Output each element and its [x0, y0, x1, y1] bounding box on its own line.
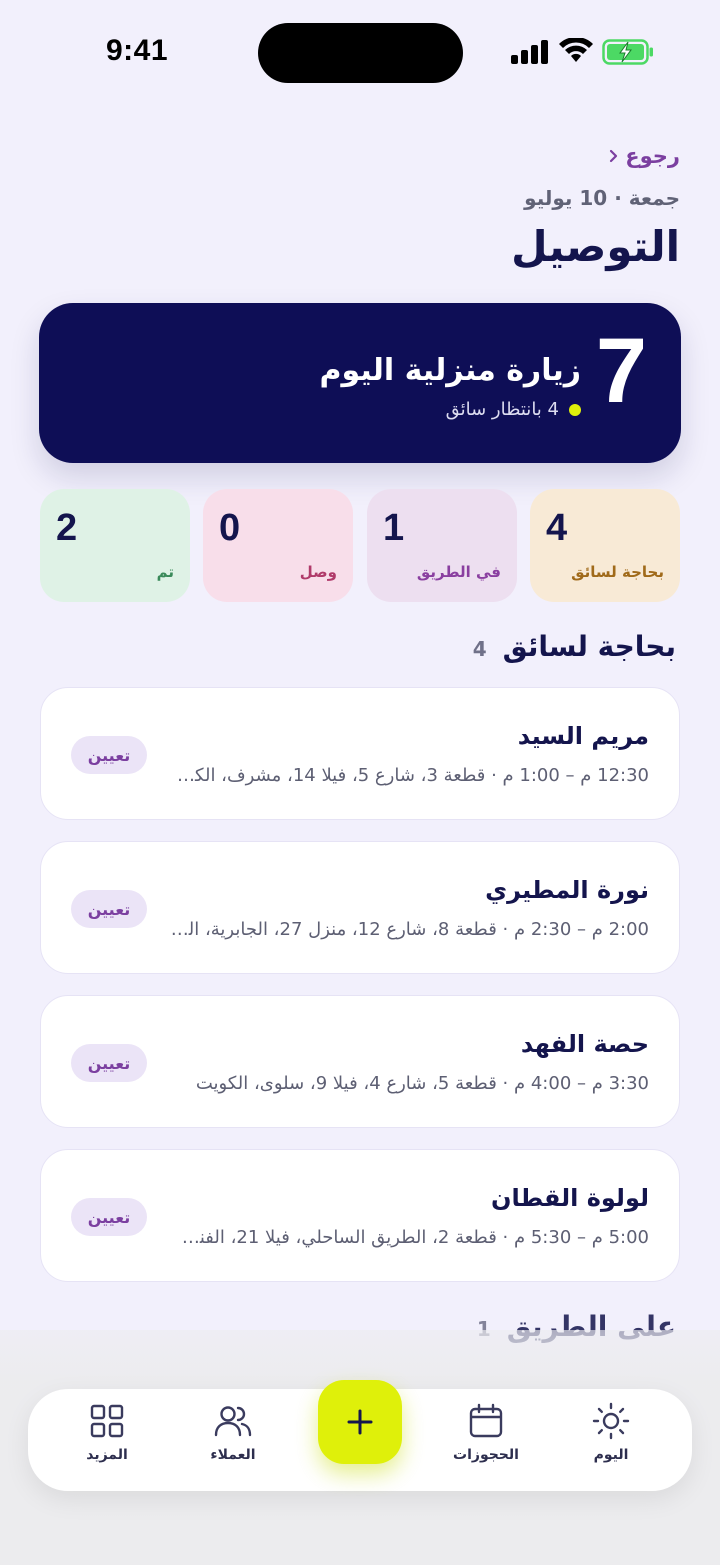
tab-label: الحجوزات	[453, 1447, 519, 1463]
stat-tile-on-the-way[interactable]: 1 في الطريق	[367, 489, 517, 602]
tab-label: اليوم	[593, 1447, 629, 1463]
grid-icon	[90, 1404, 124, 1438]
status-time: 9:41	[106, 34, 169, 67]
stat-label: بحاجة لسائق	[571, 563, 664, 581]
dynamic-island	[258, 23, 463, 83]
plus-icon	[347, 1409, 373, 1435]
add-button[interactable]	[318, 1380, 402, 1464]
wifi-icon	[559, 38, 593, 62]
assign-button[interactable]: تعيين	[71, 1044, 147, 1082]
customer-name: نورة المطيري	[485, 876, 649, 904]
stat-value: 2	[56, 507, 78, 549]
stat-label: في الطريق	[416, 563, 501, 581]
hero-count: 7	[595, 320, 647, 422]
sun-icon	[592, 1402, 630, 1440]
visit-card[interactable]: نورة المطيري 2:00 م – 2:30 م · قطعة 8، ش…	[40, 841, 680, 974]
home-visits-summary-card[interactable]: 7 زيارة منزلية اليوم 4 بانتظار سائق	[39, 303, 681, 463]
visit-details: 5:00 م – 5:30 م · قطعة 2، الطريق الساحلي…	[169, 1227, 649, 1248]
customer-name: لولوة القطان	[490, 1184, 649, 1212]
status-bar: 9:41	[0, 0, 720, 110]
visit-details: 3:30 م – 4:00 م · قطعة 5، شارع 4، فيلا 9…	[195, 1073, 649, 1094]
visit-card[interactable]: لولوة القطان 5:00 م – 5:30 م · قطعة 2، ا…	[40, 1149, 680, 1282]
stat-tile-done[interactable]: 2 تم	[40, 489, 190, 602]
visit-details: 12:30 م – 1:00 م · قطعة 3، شارع 5، فيلا …	[169, 765, 649, 786]
status-dot-icon	[569, 403, 581, 416]
stat-value: 0	[219, 507, 241, 549]
visit-card[interactable]: مريم السيد 12:30 م – 1:00 م · قطعة 3، شا…	[40, 687, 680, 820]
tab-today[interactable]: اليوم	[556, 1401, 666, 1481]
users-icon	[214, 1406, 252, 1437]
stat-value: 4	[546, 507, 568, 549]
visit-details: 2:00 م – 2:30 م · قطعة 8، شارع 12، منزل …	[169, 919, 649, 940]
hero-subtitle: 4 بانتظار سائق	[446, 399, 581, 420]
assign-button[interactable]: تعيين	[71, 890, 147, 928]
tab-label: العملاء	[210, 1447, 256, 1463]
section-needs-driver-heading: بحاجة لسائق 4	[473, 630, 676, 663]
assign-button[interactable]: تعيين	[71, 1198, 147, 1236]
cellular-signal-icon	[511, 40, 548, 64]
back-label: رجوع	[625, 144, 680, 168]
tab-more[interactable]: المزيد	[52, 1401, 162, 1481]
assign-button[interactable]: تعيين	[71, 736, 147, 774]
back-button[interactable]: رجوع	[609, 144, 680, 168]
section-count: 4	[472, 637, 487, 661]
stat-tile-arrived[interactable]: 0 وصل	[203, 489, 353, 602]
page-title: التوصيل	[511, 222, 680, 271]
stat-label: تم	[156, 563, 174, 581]
stat-value: 1	[383, 507, 405, 549]
visit-card[interactable]: حصة الفهد 3:30 م – 4:00 م · قطعة 5، شارع…	[40, 995, 680, 1128]
date-label: جمعة · 10 يوليو	[524, 186, 680, 210]
tab-label: المزيد	[86, 1447, 128, 1463]
hero-title: زيارة منزلية اليوم	[319, 353, 581, 388]
stat-label: وصل	[299, 563, 337, 581]
section-title: بحاجة لسائق	[502, 630, 676, 663]
tab-customers[interactable]: العملاء	[178, 1401, 288, 1481]
chevron-left-icon	[610, 149, 618, 163]
customer-name: مريم السيد	[517, 722, 649, 750]
customer-name: حصة الفهد	[520, 1030, 649, 1058]
battery-charging-icon	[602, 39, 653, 65]
tab-bookings[interactable]: الحجوزات	[431, 1401, 541, 1481]
calendar-icon	[469, 1403, 503, 1438]
stat-tile-needs-driver[interactable]: 4 بحاجة لسائق	[530, 489, 680, 602]
hero-subtitle-text: 4 بانتظار سائق	[445, 399, 559, 420]
